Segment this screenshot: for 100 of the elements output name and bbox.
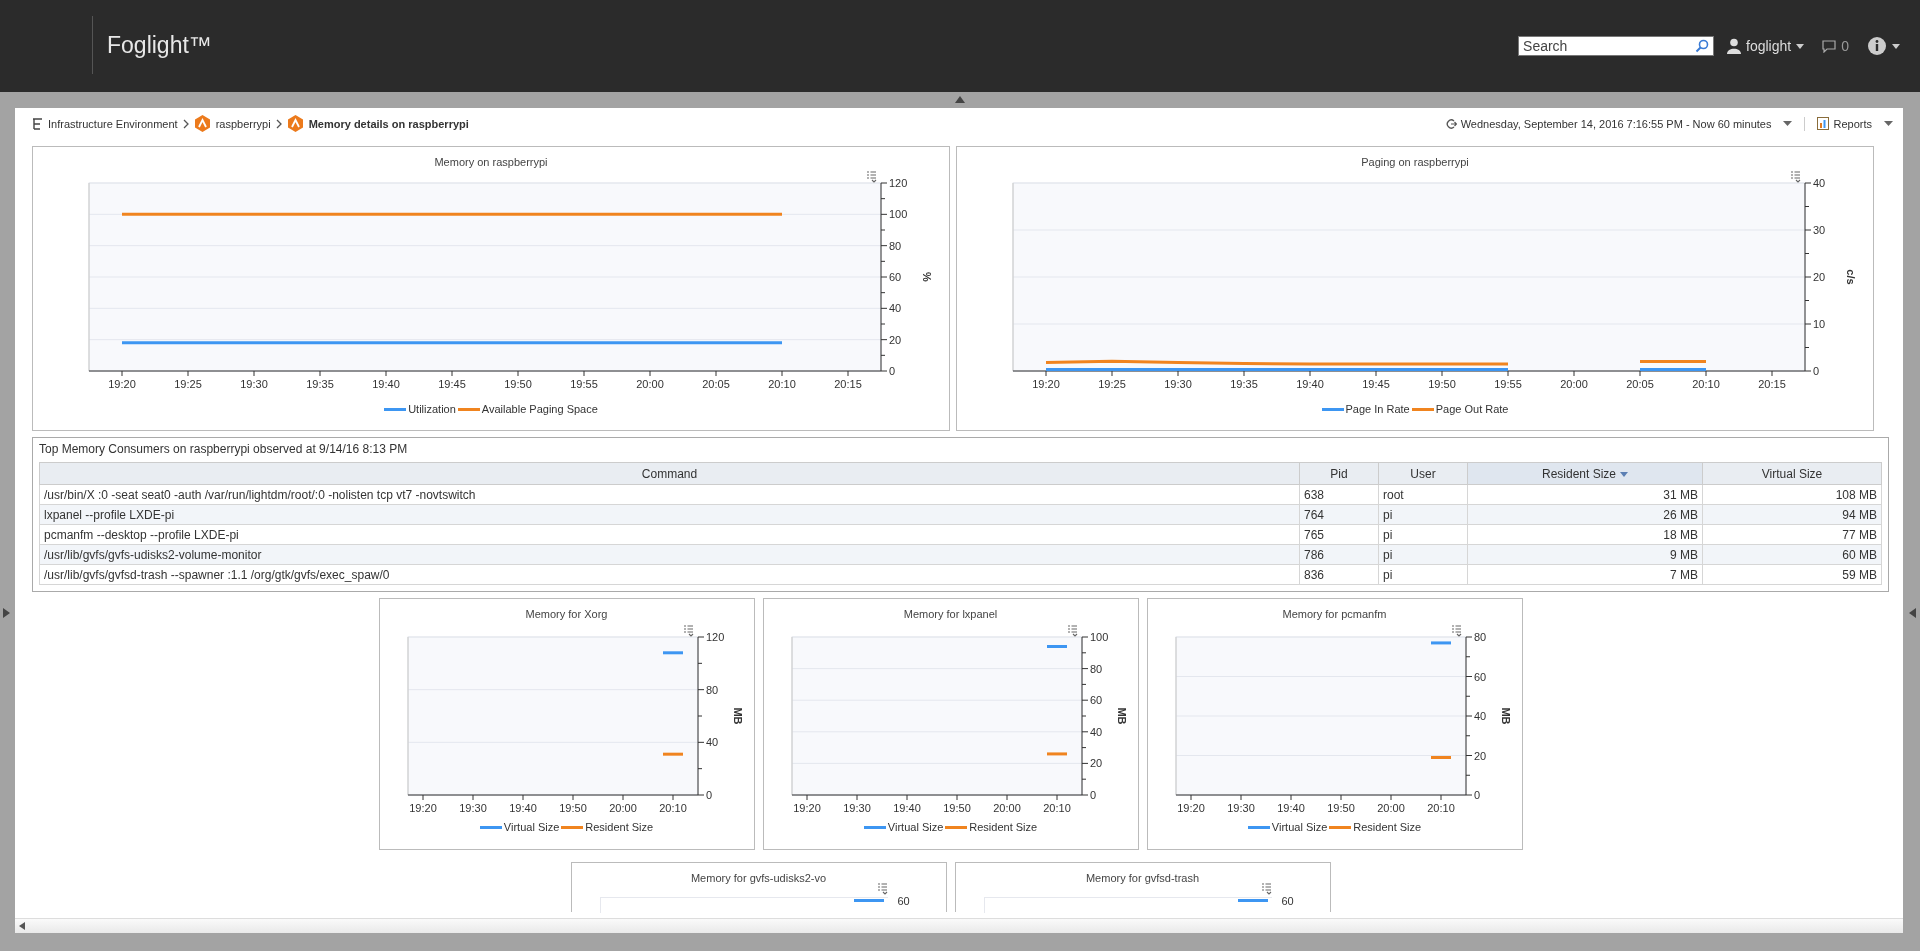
chart-title: Memory for lxpanel xyxy=(902,607,999,622)
column-header[interactable]: User xyxy=(1378,462,1468,485)
y-tick-label: 20 xyxy=(1473,749,1486,762)
y-tick-label: 100 xyxy=(1089,631,1108,643)
column-header[interactable]: Resident Size xyxy=(1467,462,1703,485)
y-tick-label: 80 xyxy=(1089,662,1102,675)
legend-item[interactable]: Virtual Size xyxy=(479,821,560,833)
x-tick-label: 19:55 xyxy=(1494,378,1522,390)
x-tick-label: 20:10 xyxy=(1692,378,1720,390)
y-tick-label: 0 xyxy=(1813,365,1820,377)
chevron-icon xyxy=(275,118,282,129)
x-tick-label: 19:20 xyxy=(108,378,136,390)
table-cell: pi xyxy=(1378,524,1468,545)
x-tick-label: 19:20 xyxy=(1176,802,1205,814)
y-tick-label: 80 xyxy=(889,239,902,252)
x-tick-label: 19:35 xyxy=(306,378,334,390)
table-cell: root xyxy=(1378,484,1468,505)
legend-item[interactable]: Virtual Size xyxy=(863,821,944,833)
x-tick-label: 19:40 xyxy=(372,378,400,390)
x-tick-label: 19:30 xyxy=(458,802,487,814)
legend-item[interactable]: Page In Rate xyxy=(1321,403,1410,415)
legend-item[interactable]: Page Out Rate xyxy=(1411,403,1509,415)
y-tick-label: 40 xyxy=(1089,725,1102,738)
horizontal-scrollbar[interactable] xyxy=(15,918,1903,933)
chart-title: Memory for pcmanfm xyxy=(1281,607,1388,622)
y-tick-label: 80 xyxy=(1473,631,1486,643)
breadcrumb-link[interactable]: raspberrypi xyxy=(215,117,271,130)
x-tick-label: 19:55 xyxy=(570,378,598,390)
column-header[interactable]: Virtual Size xyxy=(1702,462,1882,485)
caret-icon xyxy=(1796,43,1805,49)
chart-title: Memory for Xorg xyxy=(524,607,609,622)
y-tick-label: 40 xyxy=(1813,177,1826,189)
table-cell: 77 MB xyxy=(1702,524,1882,545)
x-tick-label: 20:00 xyxy=(608,802,637,814)
x-tick-label: 19:45 xyxy=(1362,378,1390,390)
table-cell: 18 MB xyxy=(1467,524,1703,545)
y-tick-label: 0 xyxy=(705,789,712,801)
x-tick-label: 20:00 xyxy=(1376,802,1405,814)
y-tick-label: 40 xyxy=(889,302,902,315)
chart-title: Memory for gvfsd-trash xyxy=(1084,871,1201,886)
chart-title: Memory on raspberrypi xyxy=(433,155,549,170)
x-tick-label: 19:50 xyxy=(504,378,532,390)
y-tick-label: 120 xyxy=(889,177,908,189)
table-cell: 765 xyxy=(1299,524,1379,545)
x-tick-label: 19:25 xyxy=(1098,378,1126,390)
expand-right-icon[interactable] xyxy=(3,608,10,618)
chart-menu-icon[interactable] xyxy=(866,171,877,183)
chart-menu-icon[interactable] xyxy=(877,883,888,895)
info-menu[interactable] xyxy=(1867,36,1900,56)
chart-menu-icon[interactable] xyxy=(1066,625,1078,637)
chart-menu-icon[interactable] xyxy=(1450,625,1462,637)
x-tick-label: 20:00 xyxy=(992,802,1021,814)
table-title: Top Memory Consumers on raspberrypi observed at 9/14/16 8:13 PM xyxy=(39,441,409,458)
time-range-selector[interactable]: Wednesday, September 14, 2016 7:16:55 PM - Now 60 minutes xyxy=(1445,117,1793,130)
chart-menu-icon[interactable] xyxy=(1261,883,1272,895)
product-name: Foglight™ xyxy=(107,31,212,59)
chart-title: Paging on raspberrypi xyxy=(1360,155,1470,170)
user-menu[interactable]: foglight xyxy=(1727,38,1805,54)
table-cell: pcmanfm --desktop --profile LXDE-pi xyxy=(39,524,1300,545)
column-header[interactable]: Command xyxy=(39,462,1300,485)
x-tick-label: 19:40 xyxy=(892,802,921,814)
x-tick-label: 20:05 xyxy=(1626,378,1654,390)
series-line xyxy=(853,899,884,902)
y-tick-label: 20 xyxy=(1813,271,1826,283)
y-axis-label: MB xyxy=(1115,707,1128,725)
x-tick-label: 19:20 xyxy=(792,802,821,814)
y-tick-label: 40 xyxy=(1473,710,1486,722)
legend-item[interactable]: Available Paging Space xyxy=(457,403,598,415)
y-tick-label: 0 xyxy=(1089,789,1096,801)
y-tick-label: 120 xyxy=(705,631,724,643)
x-tick-label: 19:35 xyxy=(1230,378,1258,390)
host-icon xyxy=(286,115,304,132)
breadcrumb-link[interactable]: Memory details on raspberrypi xyxy=(308,117,469,130)
messages-button[interactable]: 0 xyxy=(1822,38,1849,54)
legend-item[interactable]: Resident Size xyxy=(945,821,1038,833)
caret-icon xyxy=(1783,121,1793,126)
expand-left-icon[interactable] xyxy=(1909,608,1916,618)
legend-item[interactable]: Utilization xyxy=(384,403,456,415)
legend-item[interactable]: Resident Size xyxy=(1329,821,1422,833)
x-tick-label: 19:45 xyxy=(438,378,466,390)
x-tick-label: 20:10 xyxy=(768,378,796,390)
table-cell: pi xyxy=(1378,564,1468,585)
y-tick-label: 80 xyxy=(705,683,718,696)
breadcrumb-link[interactable]: Infrastructure Environment xyxy=(48,117,178,130)
x-tick-label: 19:25 xyxy=(174,378,202,390)
y-axis-label: MB xyxy=(731,707,744,725)
x-tick-label: 19:30 xyxy=(240,378,268,390)
collapse-up-icon[interactable] xyxy=(955,96,965,103)
chart-menu-icon[interactable] xyxy=(682,625,694,637)
search-field[interactable]: Search xyxy=(1518,36,1715,56)
y-tick-label: 60 xyxy=(897,895,910,907)
legend-item[interactable]: Virtual Size xyxy=(1247,821,1328,833)
y-tick-label: 0 xyxy=(1473,789,1480,801)
scroll-left-icon[interactable] xyxy=(19,922,25,930)
reports-menu[interactable]: Reports xyxy=(1817,117,1893,130)
column-header[interactable]: Pid xyxy=(1299,462,1379,485)
chart-menu-icon[interactable] xyxy=(1790,171,1801,183)
x-tick-label: 19:40 xyxy=(508,802,537,814)
chat-icon xyxy=(1822,39,1837,53)
legend-item[interactable]: Resident Size xyxy=(561,821,654,833)
